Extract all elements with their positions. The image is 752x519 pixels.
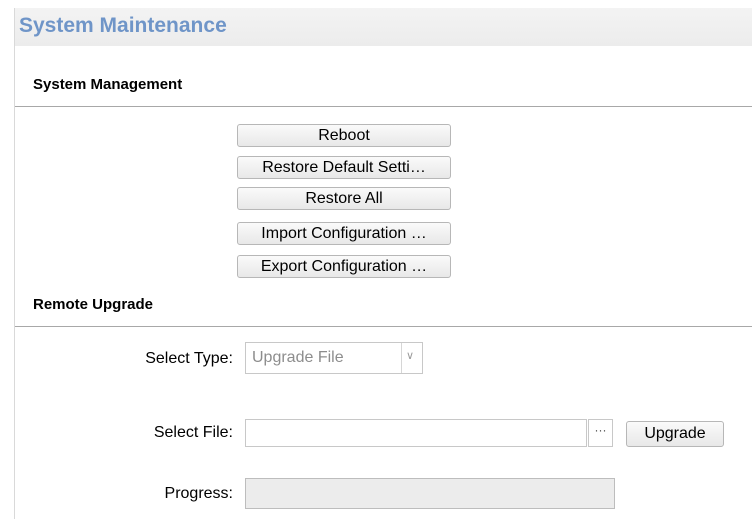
reboot-button[interactable]: Reboot: [237, 124, 451, 147]
progress-bar: [245, 478, 615, 509]
page-title: System Maintenance: [19, 14, 227, 37]
import-configuration-button[interactable]: Import Configuration …: [237, 222, 451, 245]
select-file-input[interactable]: [245, 419, 587, 447]
upgrade-button[interactable]: Upgrade: [626, 421, 724, 447]
select-file-label: Select File:: [153, 424, 233, 441]
page-left-border: [14, 8, 15, 519]
remote-upgrade-title: Remote Upgrade: [33, 296, 154, 313]
chevron-down-icon[interactable]: ∨: [406, 349, 414, 362]
system-management-title: System Management: [33, 76, 183, 93]
ellipsis-icon[interactable]: ···: [588, 419, 613, 447]
export-configuration-button[interactable]: Export Configuration …: [237, 255, 451, 278]
page-header: System Maintenance: [15, 8, 752, 46]
remote-upgrade-divider: [15, 326, 752, 327]
select-type-value: Upgrade File: [252, 349, 344, 366]
select-separator: [401, 343, 402, 373]
select-type-label: Select Type:: [145, 350, 233, 367]
select-type-dropdown[interactable]: Upgrade File ∨: [245, 342, 423, 374]
system-management-divider: [15, 106, 752, 107]
restore-default-settings-button[interactable]: Restore Default Setti…: [237, 156, 451, 179]
progress-label: Progress:: [164, 485, 233, 502]
restore-all-button[interactable]: Restore All: [237, 187, 451, 210]
